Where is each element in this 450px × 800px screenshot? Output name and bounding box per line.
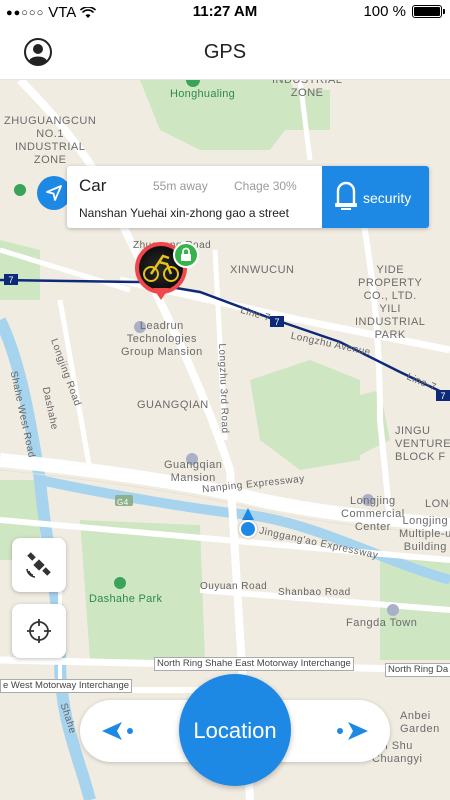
map-label-honghualing: Honghualing <box>170 88 236 100</box>
current-location-dot <box>239 520 257 538</box>
navigate-button[interactable] <box>37 176 71 210</box>
map-label-west-motorway: e West Motorway Interchange <box>0 679 133 693</box>
security-button[interactable]: security <box>322 166 429 228</box>
vehicle-info-card[interactable]: Car 55m away Chage 30% Nanshan Yuehai xi… <box>67 166 429 228</box>
vehicle-marker[interactable] <box>135 242 199 304</box>
map-label-xinwucun: XINWUCUN <box>230 264 295 276</box>
map-label-longjing-commercial: Longjing Commercial Center <box>341 495 405 533</box>
satellite-icon <box>26 552 51 578</box>
lock-badge-icon <box>173 242 199 268</box>
location-button[interactable]: Location <box>179 674 291 786</box>
vehicle-distance: 55m away <box>153 179 208 193</box>
map-label-long: LONG <box>425 498 450 510</box>
marker-tip <box>153 288 169 300</box>
map-label-guangqian: GUANGQIAN <box>137 399 209 411</box>
svg-text:7: 7 <box>440 391 445 401</box>
vehicle-charge: Chage 30% <box>234 179 297 193</box>
map-label-g4: G4 <box>117 498 129 507</box>
vehicle-name: Car <box>79 176 107 195</box>
map-label-longjing-multiple: Longjing Multiple-u Building <box>399 515 450 553</box>
map-label-industrial-zone: INDUSTRIAL ZONE <box>272 80 343 99</box>
heading-arrow-icon <box>242 508 254 520</box>
vehicle-address: Nanshan Yuehai xin-zhong gao a street <box>79 206 289 220</box>
lock-icon <box>335 181 357 210</box>
map-label-shanbao: Shanbao Road <box>278 587 351 598</box>
previous-arrow-icon[interactable] <box>100 717 140 745</box>
map-label-ouyuan: Ouyuan Road <box>200 581 268 592</box>
map-label-anbei: Anbei Garden <box>400 710 440 735</box>
map-label-dashahe-park: Dashahe Park <box>89 593 163 605</box>
satellite-button[interactable] <box>12 538 66 592</box>
map-label-north-ring: North Ring Shahe East Motorway Interchan… <box>154 657 354 671</box>
map-label-leadrun: Leadrun Technologies Group Mansion <box>121 320 203 358</box>
map-label-zhuguangcun: ZHUGUANGCUN NO.1 INDUSTRIAL ZONE <box>4 115 97 166</box>
page-title: GPS <box>203 41 247 63</box>
next-arrow-icon[interactable] <box>330 717 370 745</box>
map-label-fangda: Fangda Town <box>346 617 418 629</box>
map-label-jingu: JINGU VENTURE PA BLOCK F <box>395 425 450 463</box>
location-button-label: Location <box>193 718 277 743</box>
locate-me-button[interactable] <box>12 604 66 658</box>
svg-text:7: 7 <box>8 275 13 285</box>
status-bar: ●●○○○ VTA 11:27 AM 100 % <box>0 0 450 24</box>
battery-icon <box>412 5 445 18</box>
navigation-arrow-icon <box>46 185 62 201</box>
nav-bar: GPS <box>0 24 450 80</box>
battery-percent: 100 % <box>363 3 406 20</box>
map-label-north-ring-right: North Ring Da <box>385 663 450 677</box>
svg-text:7: 7 <box>274 317 279 327</box>
battery-group: 100 % <box>363 3 445 20</box>
map-label-yide: YIDE PROPERTY CO., LTD. YILI INDUSTRIAL … <box>355 264 426 341</box>
crosshair-icon <box>27 619 51 643</box>
security-label: security <box>363 190 412 206</box>
